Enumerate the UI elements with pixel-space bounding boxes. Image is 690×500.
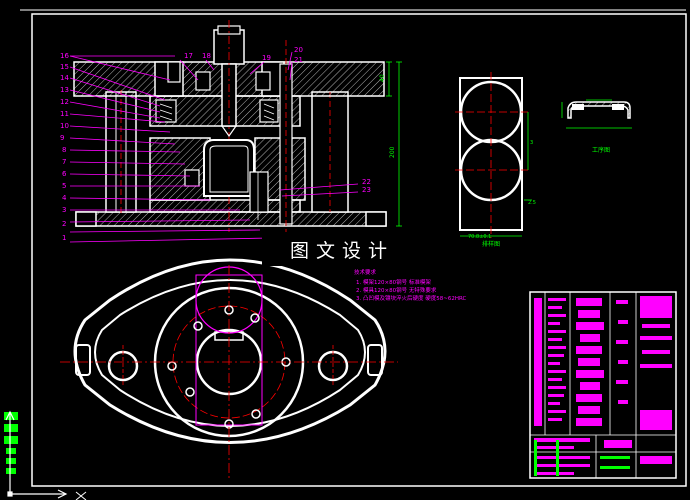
part-number: 7 — [62, 158, 66, 166]
front-section-view — [73, 20, 387, 232]
part-number: 10 — [60, 122, 69, 130]
part-number: 19 — [262, 54, 271, 62]
strip-dim-width: 70.8±0.1 — [468, 234, 491, 240]
dim-height-total: 200 — [389, 146, 396, 158]
dimensions — [386, 61, 402, 227]
dim-height-left: 40 — [379, 74, 386, 82]
part-number: 22 — [362, 178, 371, 186]
tech-title: 技术要求 — [354, 268, 377, 276]
part-number: 3 — [62, 206, 66, 214]
part-number: 8 — [62, 146, 66, 154]
section-label: 工序图 — [592, 146, 610, 154]
part-number: 23 — [362, 186, 371, 194]
part-number: 18 — [202, 52, 211, 60]
part-number: 16 — [60, 52, 69, 60]
part-number: 15 — [60, 63, 69, 71]
top-plan-view — [60, 258, 398, 480]
cad-viewport[interactable]: 16 15 14 13 12 11 10 9 8 7 6 5 4 3 2 1 1… — [0, 0, 690, 500]
strip-dim-bottom: 2.5 — [528, 200, 536, 206]
strip-layout-label: 排样图 — [482, 240, 500, 248]
strip-dim-pitch: 3 — [530, 140, 533, 146]
tech-requirements: 技术要求 1. 模架120×80钢号 标准模架 2. 模具120×80钢号 无特… — [354, 268, 467, 302]
part-number: 5 — [62, 182, 66, 190]
part-number: 1 — [62, 234, 66, 242]
tech-item: 2. 模具120×80钢号 无特殊要求 — [356, 286, 437, 294]
tech-item: 3. 凸凹模及镶块淬火后硬度 硬度58~62HRC — [356, 294, 467, 302]
title-block — [529, 291, 677, 479]
part-number: 21 — [294, 56, 303, 64]
part-number: 11 — [60, 110, 69, 118]
strip-layout-view: 70.8±0.1 3 2.5 排样图 — [455, 72, 536, 248]
process-section-view: 工序图 — [561, 99, 632, 154]
part-number: 4 — [62, 194, 67, 202]
part-number: 14 — [60, 74, 69, 82]
part-number: 9 — [60, 134, 64, 142]
part-number: 12 — [60, 98, 69, 106]
part-number: 13 — [60, 86, 69, 94]
part-number: 20 — [294, 46, 303, 54]
part-number: 2 — [62, 220, 66, 228]
watermark-text: 图文设计 — [262, 236, 422, 266]
part-number: 17 — [184, 52, 193, 60]
part-number: 6 — [62, 170, 67, 178]
tech-item: 1. 模架120×80钢号 标准模架 — [356, 278, 431, 286]
ucs-tool-strip — [4, 412, 18, 474]
